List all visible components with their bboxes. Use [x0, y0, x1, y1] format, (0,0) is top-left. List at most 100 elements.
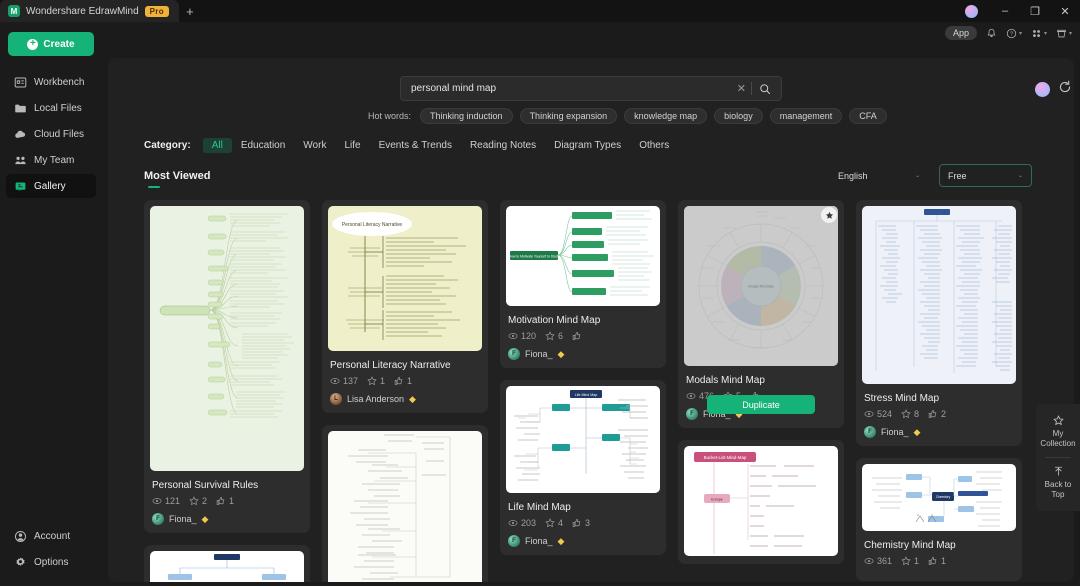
category-tab-education[interactable]: Education [232, 138, 294, 153]
minimize-button[interactable]: – [990, 0, 1020, 22]
template-card[interactable]: How to Motivate Yourself to Study Motiva… [500, 200, 666, 368]
hot-word-chip[interactable]: knowledge map [624, 108, 708, 124]
sidebar-item-cloud-files[interactable]: Cloud Files [6, 122, 96, 146]
author-name: Fiona_ [525, 536, 553, 546]
avatar: F [152, 513, 164, 525]
close-button[interactable]: ✕ [1050, 0, 1080, 22]
sidebar-item-label: Options [34, 556, 69, 568]
search-box[interactable]: ✕ [400, 76, 782, 101]
eye-icon [864, 411, 874, 417]
language-select[interactable]: English ⌄ [829, 164, 929, 187]
template-author[interactable]: F Fiona_ ◆ [508, 348, 658, 360]
template-title: Life Mind Map [508, 502, 571, 513]
apps-grid-icon[interactable]: ▾ [1031, 28, 1047, 39]
template-author[interactable]: F Fiona_ ◆ [864, 426, 1014, 438]
thumbs-up-icon [928, 409, 937, 418]
template-thumbnail: Personal Literacy Narrative [328, 206, 482, 351]
account-icon [14, 530, 27, 542]
template-thumbnail: Bucket-List-Mind-Map Europe [684, 446, 838, 556]
views-stat: 361 [864, 556, 892, 566]
template-title: Motivation Mind Map [508, 315, 601, 326]
sidebar-item-options[interactable]: Options [6, 550, 96, 574]
template-card[interactable] [322, 425, 488, 582]
sidebar-item-local-files[interactable]: Local Files [6, 96, 96, 120]
likes-count: 3 [585, 518, 591, 528]
template-author[interactable]: F Fiona_ ◆ [508, 535, 658, 547]
template-card[interactable]: Life Mind Map Life Mind Map 203 4 3 F Fi… [500, 380, 666, 555]
chevron-down-icon: ▾ [1018, 30, 1022, 37]
stars-stat: 1 [901, 556, 919, 566]
maximize-button[interactable]: ❐ [1020, 0, 1050, 22]
category-tab-life[interactable]: Life [335, 138, 369, 153]
sidebar-item-workbench[interactable]: Workbench [6, 70, 96, 94]
diamond-icon: ◆ [913, 426, 921, 437]
grid-column: Modals Mind Map Duplicate Modals Mind Ma… [678, 200, 844, 582]
clear-search-icon[interactable]: ✕ [732, 82, 751, 95]
cloud-icon [15, 130, 26, 138]
sidebar-item-account[interactable]: Account [6, 524, 96, 548]
thumbs-up-icon [394, 376, 403, 385]
category-tab-all[interactable]: All [202, 138, 232, 153]
search-icon[interactable] [752, 83, 775, 95]
app-switch-button[interactable]: App [944, 26, 977, 40]
new-tab-button[interactable]: + [179, 0, 201, 22]
template-stats: 203 4 3 [508, 518, 658, 528]
category-tab-diagram-types[interactable]: Diagram Types [545, 138, 630, 153]
sidebar-item-my-team[interactable]: My Team [6, 148, 96, 172]
avatar[interactable] [965, 4, 978, 18]
template-card[interactable]: Modals Mind Map Duplicate Modals Mind Ma… [678, 200, 844, 428]
my-collection-button[interactable]: My Collection [1036, 410, 1080, 454]
likes-stat: 2 [928, 409, 946, 419]
template-card[interactable] [144, 545, 310, 582]
stars-stat: 6 [545, 331, 563, 341]
gift-icon[interactable]: ▾ [1056, 28, 1072, 39]
chevron-down-icon: ▾ [1043, 30, 1047, 37]
category-tab-reading-notes[interactable]: Reading Notes [461, 138, 545, 153]
help-icon[interactable]: ? ▾ [1006, 28, 1022, 39]
stars-stat: 8 [901, 409, 919, 419]
notifications-icon[interactable] [986, 28, 997, 39]
template-card[interactable]: Chemistry Chemistry Mind Map 361 1 1 [856, 458, 1022, 581]
favorite-button[interactable] [821, 207, 837, 223]
back-to-top-button[interactable]: Back to Top [1036, 461, 1080, 505]
duplicate-button[interactable]: Duplicate [707, 395, 815, 414]
category-tab-work[interactable]: Work [294, 138, 335, 153]
template-thumbnail [150, 206, 304, 471]
category-tab-events-trends[interactable]: Events & Trends [370, 138, 461, 153]
create-button[interactable]: + Create [8, 32, 94, 56]
category-label: Category: [144, 140, 191, 151]
svg-text:Life Mind Map: Life Mind Map [575, 393, 598, 397]
sidebar-item-label: Cloud Files [34, 128, 85, 140]
mindmap-preview [159, 213, 294, 418]
hot-words: Hot words: Thinking induction Thinking e… [368, 108, 887, 124]
sidebar-item-label: Local Files [34, 102, 82, 114]
likes-stat: 3 [572, 518, 590, 528]
price-select[interactable]: Free ⌄ [939, 164, 1032, 187]
user-avatar[interactable] [1035, 82, 1050, 97]
template-card[interactable]: Personal Survival Rules 121 2 1 F Fiona_… [144, 200, 310, 533]
category-tab-others[interactable]: Others [630, 138, 678, 153]
hot-word-chip[interactable]: Thinking expansion [519, 108, 618, 124]
mindmap-preview: Bucket-List-Mind-Map Europe [694, 452, 816, 554]
category-filter: Category: All Education Work Life Events… [144, 138, 678, 153]
arrow-up-icon [1054, 466, 1062, 476]
mindmap-preview [875, 209, 1012, 373]
refresh-icon[interactable] [1058, 80, 1072, 99]
hot-word-chip[interactable]: Thinking induction [420, 108, 513, 124]
template-author[interactable]: L Lisa Anderson ◆ [330, 393, 480, 405]
hot-word-chip[interactable]: CFA [849, 108, 887, 124]
template-card[interactable]: Stress Mind Map 524 8 2 F Fiona_ ◆ [856, 200, 1022, 446]
hot-words-label: Hot words: [368, 111, 412, 121]
hot-word-chip[interactable]: biology [714, 108, 763, 124]
template-card[interactable]: Personal Literacy Narrative Personal Lit… [322, 200, 488, 413]
template-card[interactable]: Bucket-List-Mind-Map Europe [678, 440, 844, 564]
hot-word-chip[interactable]: management [769, 108, 843, 124]
sidebar-item-gallery[interactable]: Gallery [6, 174, 96, 198]
sidebar-item-label: Workbench [34, 76, 85, 88]
eye-icon [864, 558, 874, 564]
sunburst-preview: Modals Mind Map [698, 211, 824, 349]
search-input[interactable] [411, 83, 732, 94]
price-select-value: Free [948, 170, 967, 181]
template-author[interactable]: F Fiona_ ◆ [152, 513, 302, 525]
window-tab[interactable]: M Wondershare EdrawMind Pro [0, 0, 179, 22]
